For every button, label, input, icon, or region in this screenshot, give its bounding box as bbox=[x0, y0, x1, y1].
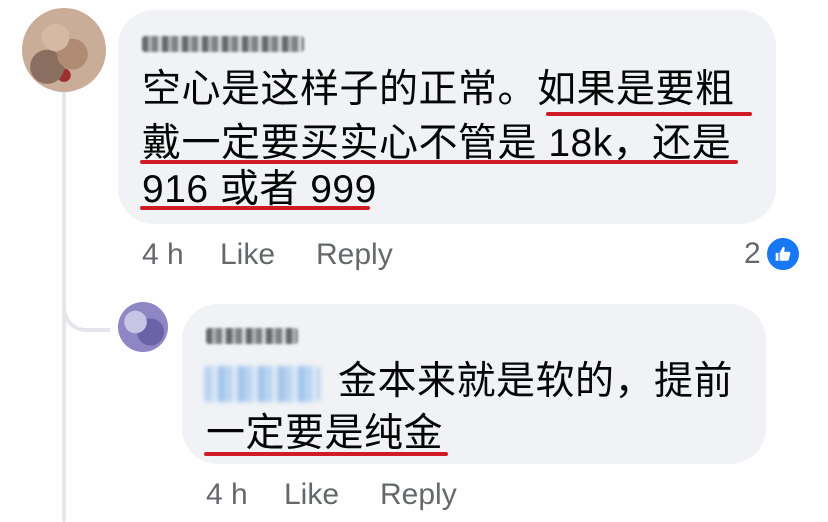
mention-tag-redacted[interactable] bbox=[204, 366, 320, 402]
avatar[interactable] bbox=[22, 8, 106, 92]
reply-button[interactable]: Reply bbox=[316, 238, 393, 272]
like-button[interactable]: Like bbox=[284, 478, 339, 512]
thread-connector-elbow bbox=[62, 286, 110, 332]
red-underline-annotation bbox=[546, 112, 752, 116]
red-underline-annotation bbox=[140, 160, 738, 164]
comment-text-line: 金本来就是软的，提前 bbox=[338, 360, 734, 403]
comment-text-line: 一定要是纯金 bbox=[206, 412, 444, 455]
comment-timestamp[interactable]: 4 h bbox=[206, 478, 248, 512]
commenter-name-redacted[interactable] bbox=[206, 328, 298, 344]
reply-button[interactable]: Reply bbox=[380, 478, 457, 512]
avatar[interactable] bbox=[118, 302, 168, 352]
red-underline-annotation bbox=[204, 452, 448, 456]
commenter-name-redacted[interactable] bbox=[142, 36, 304, 52]
like-button[interactable]: Like bbox=[220, 238, 275, 272]
reaction-count: 2 bbox=[744, 237, 761, 270]
thumbs-up-icon bbox=[764, 236, 801, 272]
comment-text-line: 空心是这样子的正常。如果是要粗 bbox=[142, 68, 735, 111]
red-underline-annotation bbox=[140, 206, 370, 210]
comment-timestamp[interactable]: 4 h bbox=[142, 238, 184, 272]
reaction-summary[interactable]: 2 bbox=[744, 236, 801, 272]
